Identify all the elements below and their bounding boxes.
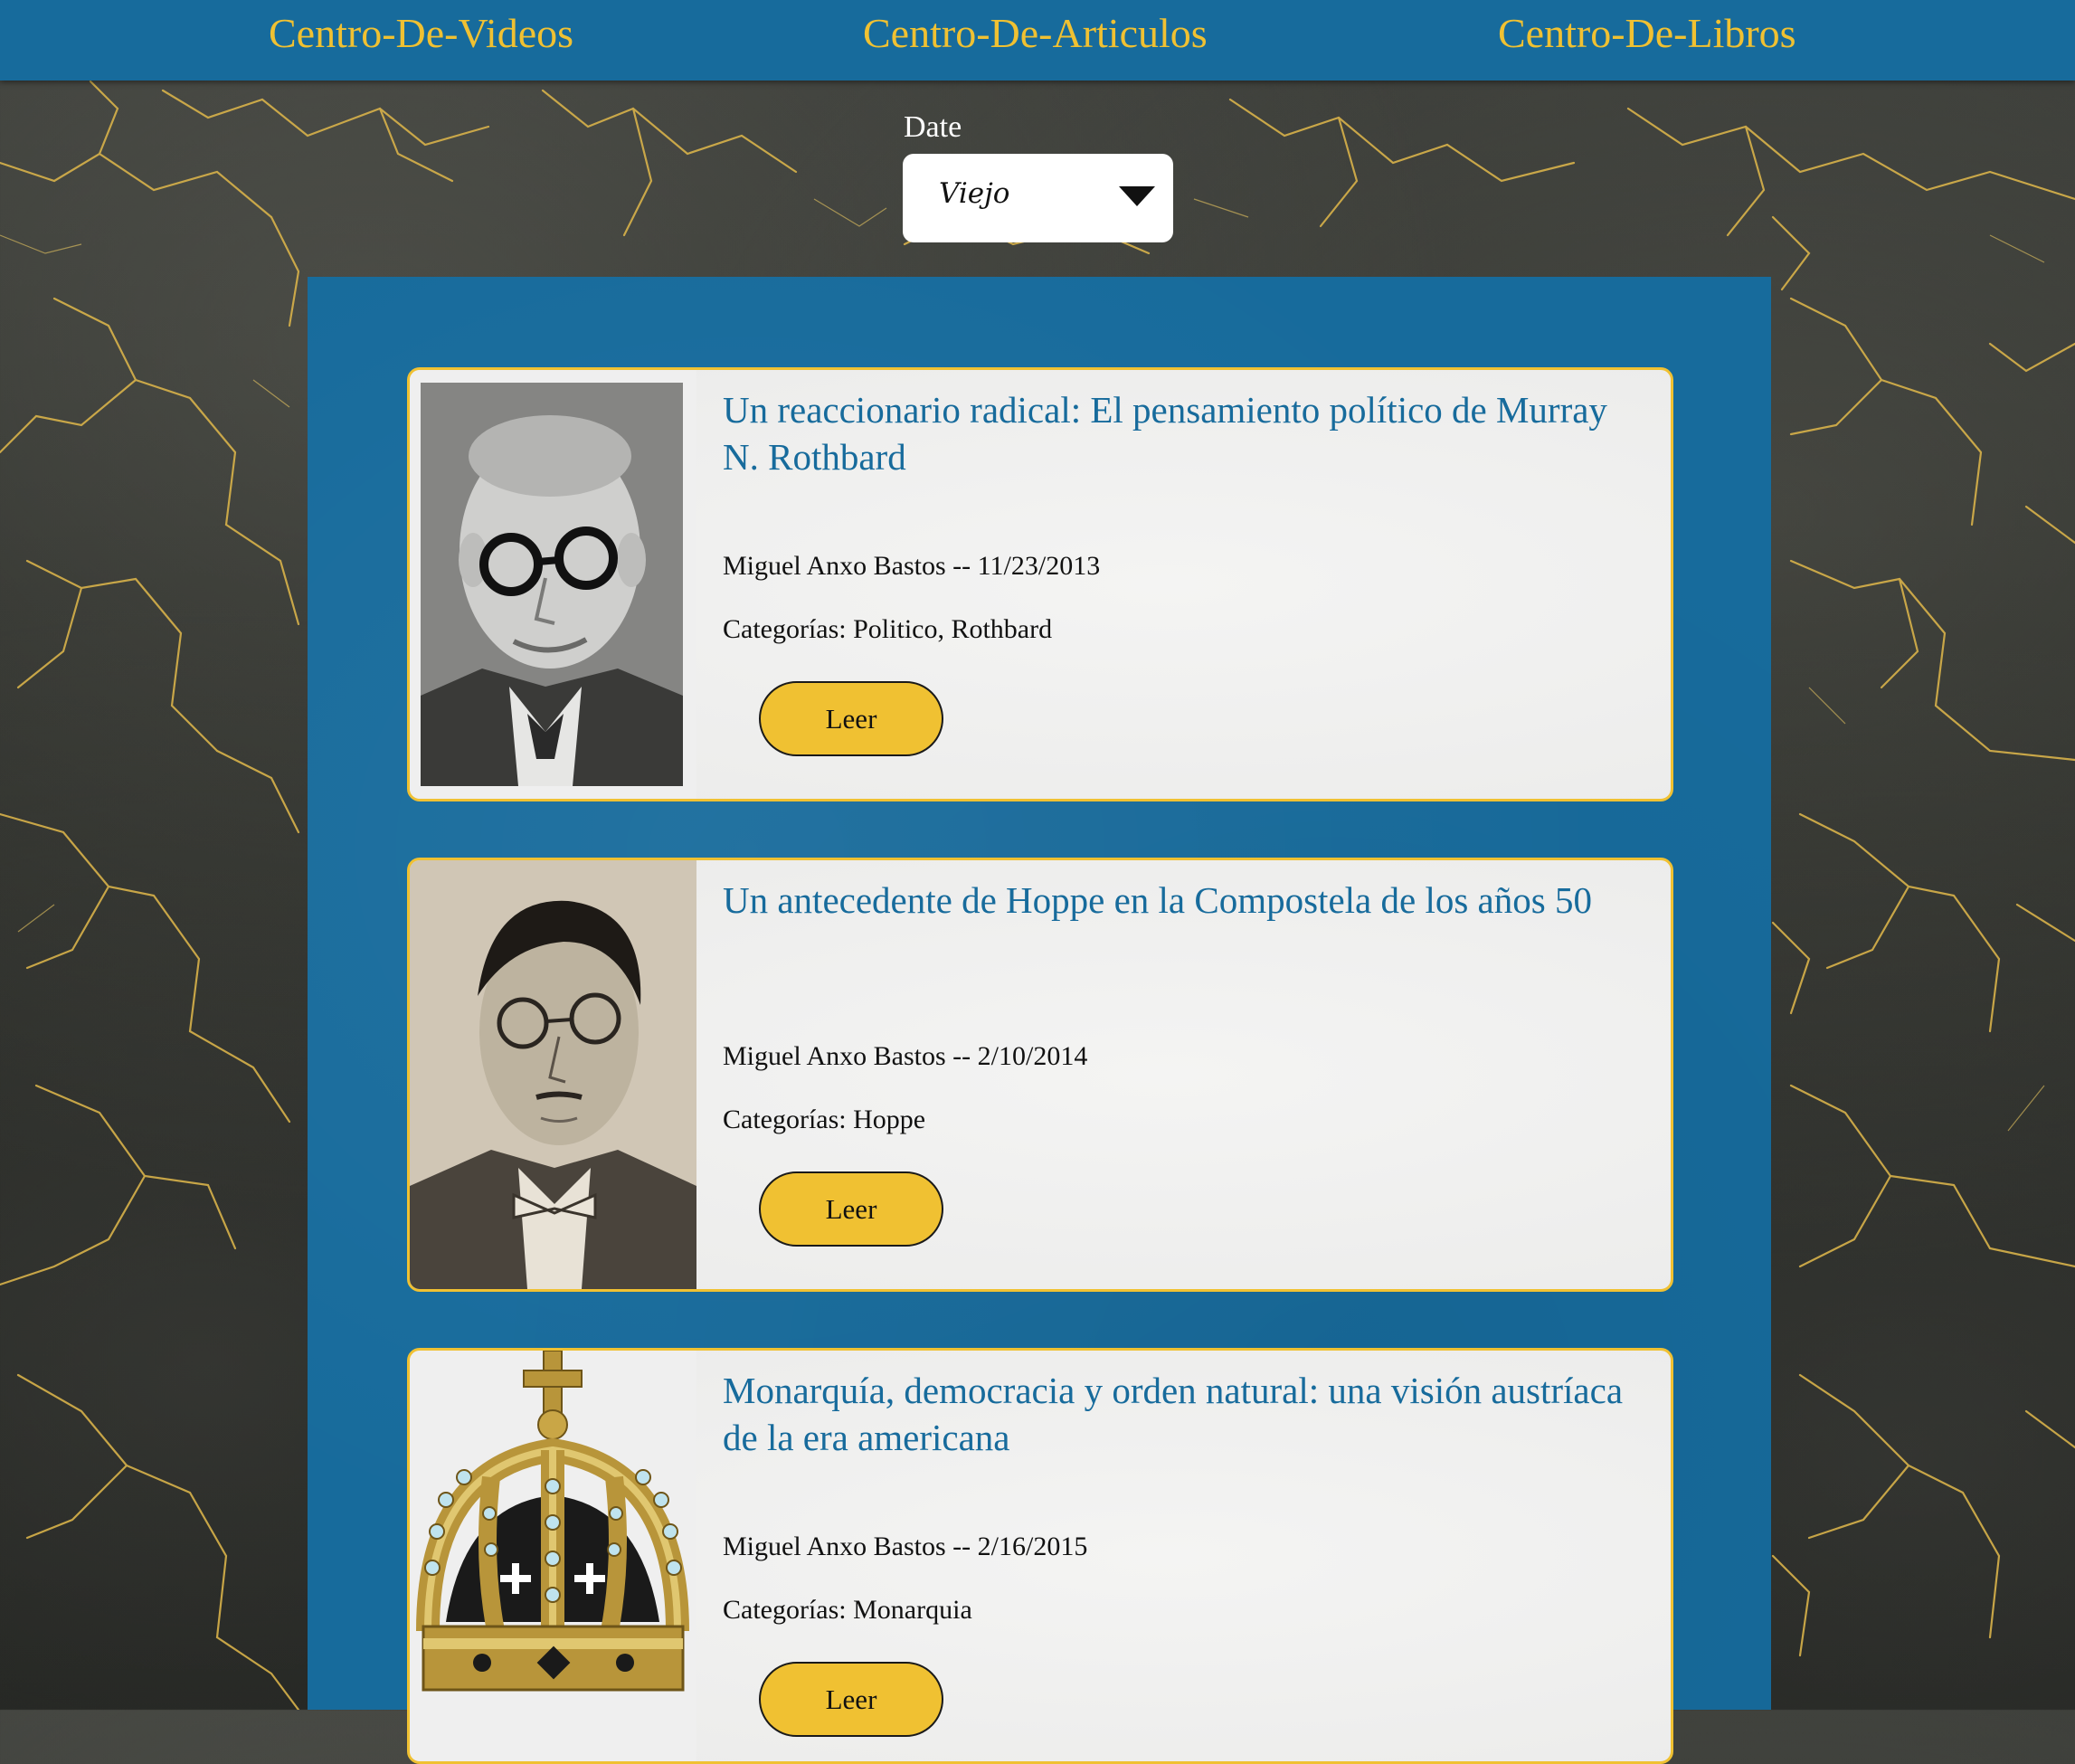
portrait-photo-graphic bbox=[410, 370, 696, 799]
article-author-date: Miguel Anxo Bastos -- 11/23/2013 bbox=[723, 551, 1101, 581]
article-categories: Categorías: Hoppe bbox=[723, 1105, 926, 1134]
date-filter-select[interactable]: Viejo bbox=[903, 154, 1173, 242]
articles-panel: Un reaccionario radical: El pensamiento … bbox=[308, 277, 1771, 1764]
article-card: Un antecedente de Hoppe en la Compostela… bbox=[407, 858, 1673, 1292]
nav-link-articulos[interactable]: Centro-De-Articulos bbox=[863, 9, 1208, 57]
date-filter-selected-value: Viejo bbox=[939, 177, 1010, 210]
article-categories: Categorías: Politico, Rothbard bbox=[723, 614, 1053, 644]
article-title[interactable]: Un antecedente de Hoppe en la Compostela… bbox=[723, 877, 1636, 924]
crown-icon bbox=[410, 1351, 696, 1761]
portrait-photo bbox=[410, 370, 696, 799]
crown-graphic bbox=[410, 1351, 696, 1761]
article-categories: Categorías: Monarquia bbox=[723, 1595, 972, 1625]
nav-link-libros[interactable]: Centro-De-Libros bbox=[1498, 9, 1796, 57]
top-navigation: Centro-De-Videos Centro-De-Articulos Cen… bbox=[0, 0, 2075, 81]
nav-link-videos[interactable]: Centro-De-Videos bbox=[269, 9, 573, 57]
article-card: Un reaccionario radical: El pensamiento … bbox=[407, 367, 1673, 801]
read-button[interactable]: Leer bbox=[759, 681, 943, 756]
read-button[interactable]: Leer bbox=[759, 1662, 943, 1737]
portrait-drawing bbox=[410, 860, 696, 1289]
article-title[interactable]: Monarquía, democracia y orden natural: u… bbox=[723, 1367, 1636, 1461]
article-author-date: Miguel Anxo Bastos -- 2/10/2014 bbox=[723, 1041, 1088, 1071]
date-filter-label: Date bbox=[904, 110, 962, 144]
article-card: Monarquía, democracia y orden natural: u… bbox=[407, 1348, 1673, 1764]
caret-down-icon bbox=[1119, 186, 1155, 206]
read-button[interactable]: Leer bbox=[759, 1171, 943, 1247]
article-author-date: Miguel Anxo Bastos -- 2/16/2015 bbox=[723, 1532, 1088, 1561]
portrait-drawing-graphic bbox=[410, 860, 696, 1289]
article-title[interactable]: Un reaccionario radical: El pensamiento … bbox=[723, 386, 1636, 480]
